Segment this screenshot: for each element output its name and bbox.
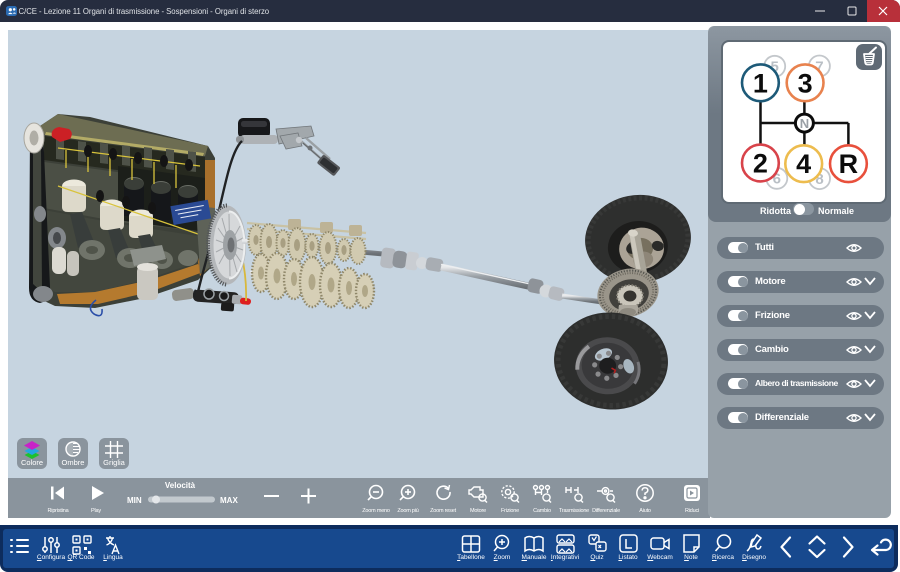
svg-text:N: N <box>800 116 809 131</box>
svg-text:MIN: MIN <box>127 496 142 505</box>
svg-text:3: 3 <box>798 68 813 98</box>
svg-text:MAX: MAX <box>220 496 238 505</box>
svg-text:2: 2 <box>753 149 768 179</box>
svg-text:Velocità: Velocità <box>165 481 196 490</box>
svg-text:R: R <box>839 149 859 179</box>
svg-text:1: 1 <box>753 68 768 98</box>
svg-text:4: 4 <box>796 149 811 179</box>
